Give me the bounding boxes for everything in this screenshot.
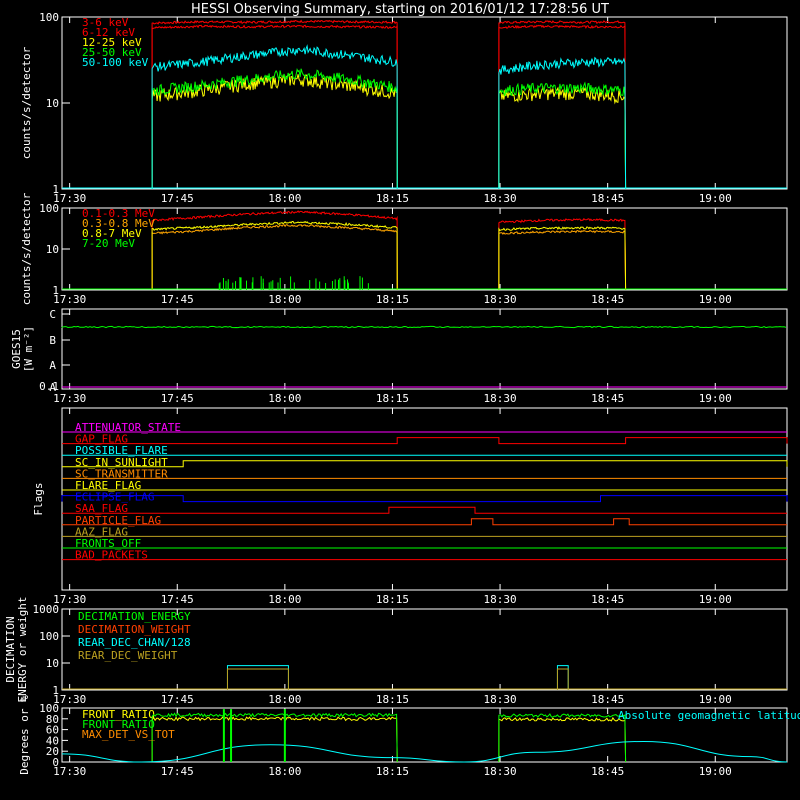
panel-frame [61,407,788,591]
legend-entry: MAX_DET_VS_TOT [82,728,175,741]
time-tick-label: 17:45 [161,293,194,306]
series-line-4 [151,44,398,190]
time-tick-label: 18:45 [591,293,624,306]
y-tick-label: 100 [39,702,59,715]
y-tick-label: 1 [52,183,59,196]
legend-entry: DECIMATION_ENERGY [78,610,191,623]
time-tick-label: 18:30 [483,392,516,405]
time-tick-label: 19:00 [699,392,732,405]
time-tick-label: 17:30 [53,392,86,405]
time-tick-label: 18:45 [591,693,624,706]
flag-line-1 [62,437,788,445]
goes-flux-line [61,325,787,329]
time-tick-label: 18:00 [268,392,301,405]
annotation: Absolute geomagnetic latitude [618,709,800,722]
ratio-line-1 [498,713,627,763]
y-axis-label: counts/s/detector [20,46,33,159]
legend-entry: 7-20 MeV [82,237,135,250]
series-line-1 [498,24,627,190]
legend-entry: REAR_DEC_WEIGHT [78,649,178,662]
time-tick-label: 18:30 [483,293,516,306]
time-tick-label: 19:00 [699,192,732,205]
legend-entry: DECIMATION_WEIGHT [78,623,191,636]
series-line-2 [498,226,627,291]
decimation-step-3 [556,668,569,690]
y-axis-label: counts/s/detector [20,192,33,305]
series-line-0 [151,19,398,190]
y-tick-label: 1 [52,684,59,697]
time-tick-label: 18:00 [268,693,301,706]
series-line-1 [498,229,627,291]
chart-panels: 17:30 17:45 18:00 18:15 18:30 18:45 19:0011010… [4,11,800,778]
time-tick-label: 19:00 [699,693,732,706]
time-tick-label: 19:00 [699,765,732,778]
time-tick-label: 17:45 [161,765,194,778]
legend-entry: REAR_DEC_CHAN/128 [78,636,191,649]
y-tick-label: C [49,308,56,321]
time-tick-label: 17:45 [161,192,194,205]
panel-frame [61,16,788,190]
y-tick-label: 100 [39,11,59,24]
panel-frame [61,308,788,390]
ratio-line-1 [151,712,398,763]
y-tick-label: 1 [52,284,59,297]
time-tick-label: 18:00 [268,593,301,606]
ratio-line-0 [498,716,627,763]
time-tick-label: 18:30 [483,765,516,778]
flag-line-8 [62,518,787,526]
series-line-2 [498,85,627,190]
y-tick-label: 10 [46,243,59,256]
y-axis-label: Flags [32,482,45,515]
time-tick-label: 18:15 [376,293,409,306]
time-tick-label: 17:45 [161,693,194,706]
series-line-2 [151,73,398,190]
y-axis-label: Degrees or % [18,695,31,775]
time-tick-label: 18:00 [268,192,301,205]
y-tick-label: 100 [39,202,59,215]
time-tick-label: 18:45 [591,392,624,405]
time-tick-label: 18:45 [591,765,624,778]
time-tick-label: 18:45 [591,593,624,606]
y-axis-label: [W m⁻²] [22,326,35,372]
y-tick-label: 100 [39,630,59,643]
time-tick-label: 18:45 [591,192,624,205]
y-tick-label: 10 [46,97,59,110]
time-tick-label: 18:15 [376,392,409,405]
hessi-summary-chart: HESSI Observing Summary, starting on 201… [4,2,800,778]
time-tick-label: 19:00 [699,293,732,306]
flag-label: BAD_PACKETS [75,549,148,562]
time-tick-label: 17:45 [161,593,194,606]
time-tick-label: 18:15 [376,593,409,606]
time-tick-label: 19:00 [699,593,732,606]
y-tick-label: A [49,359,56,372]
y-tick-label: B [49,334,56,347]
panel-frame [61,207,788,291]
flag-line-3 [62,460,788,468]
ratio-line-0 [151,716,398,763]
time-tick-label: 18:30 [483,192,516,205]
time-tick-label: 18:00 [268,293,301,306]
time-tick-label: 17:45 [161,392,194,405]
time-tick-label: 18:30 [483,593,516,606]
time-tick-label: 18:15 [376,192,409,205]
time-tick-label: 18:30 [483,693,516,706]
legend-entry: 50-100 keV [82,56,149,69]
y-axis-label: ENERGY or weight [16,597,29,703]
y-tick-label: 0.1 [39,380,59,393]
chart-title: HESSI Observing Summary, starting on 201… [191,2,609,17]
geomagnetic-latitude-line [61,740,788,763]
flag-line-7 [62,506,787,514]
series-line-4 [498,56,627,190]
time-tick-label: 18:15 [376,765,409,778]
series-line-0 [498,20,627,190]
y-tick-label: 1000 [33,603,60,616]
time-tick-label: 18:15 [376,693,409,706]
time-tick-label: 18:00 [268,765,301,778]
flag-line-6 [61,495,788,503]
decimation-step-3 [226,668,289,690]
y-tick-label: 10 [46,657,59,670]
